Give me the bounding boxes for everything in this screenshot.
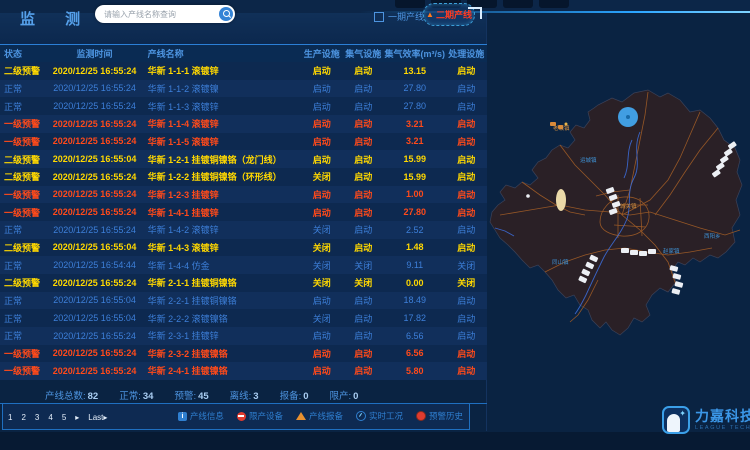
map-place-label: 赵家镇 bbox=[663, 247, 680, 255]
map-lake bbox=[556, 189, 566, 211]
map-place-label: 运城镇 bbox=[580, 156, 597, 164]
map-place-label: 西阳乡 bbox=[704, 232, 721, 240]
district-map: 老城镇运城镇城关镇西阳乡赵家镇同山镇 bbox=[0, 0, 750, 450]
monitoring-dashboard: 监 测 一期产线 ▲ 二期产线 状态 监测时间 产线名称 生产设施 集气设施 集… bbox=[0, 0, 750, 450]
map-place-label: 城关镇 bbox=[620, 202, 637, 210]
alert-marker[interactable] bbox=[618, 107, 638, 127]
map-place-label: 同山镇 bbox=[552, 258, 569, 266]
map-place-label: 老城镇 bbox=[553, 124, 570, 132]
